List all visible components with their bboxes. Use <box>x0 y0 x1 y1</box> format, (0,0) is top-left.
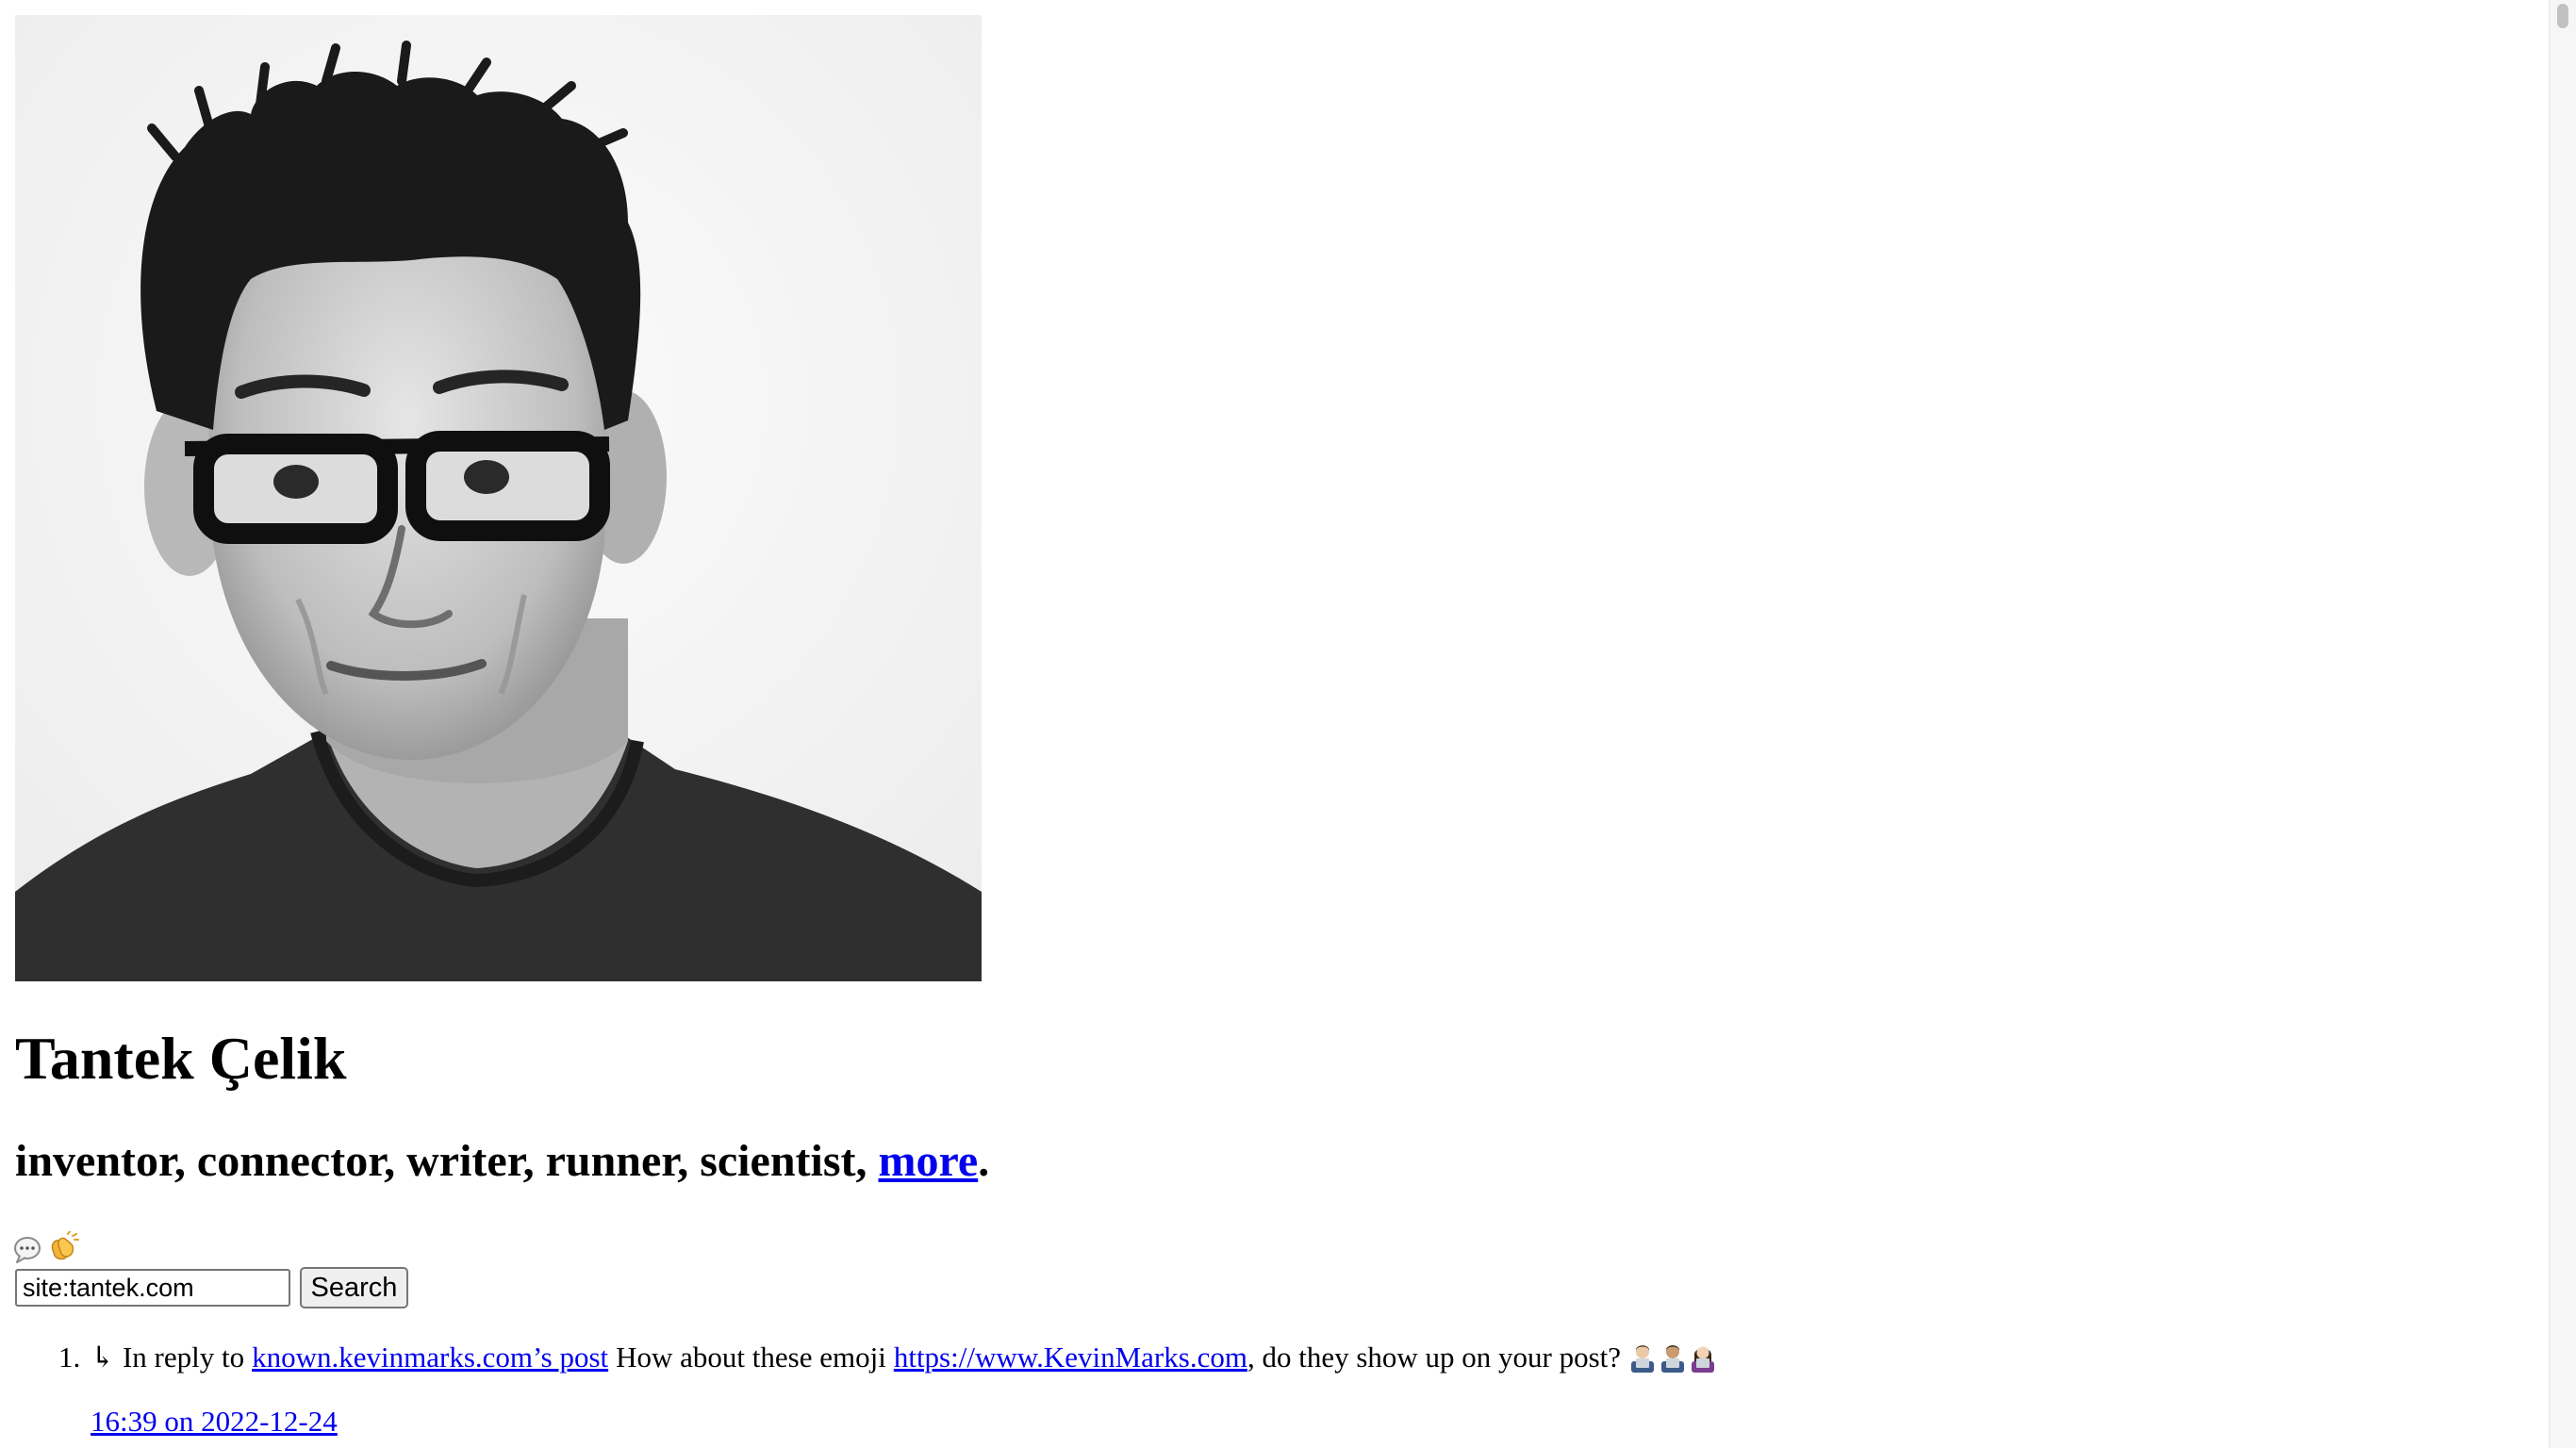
tagline-text: inventor, connector, writer, runner, sci… <box>15 1136 879 1186</box>
more-link[interactable]: more <box>879 1136 979 1186</box>
tagline-period: . <box>978 1136 990 1186</box>
vertical-scrollbar[interactable] <box>2549 0 2576 1448</box>
emoji-group <box>1628 1342 1717 1374</box>
page-title: Tantek Çelik <box>15 1025 347 1092</box>
kevinmarks-link[interactable]: https://www.KevinMarks.com <box>894 1339 1247 1376</box>
clapping-hands-icon[interactable] <box>47 1229 79 1263</box>
post-text: How about these emoji <box>616 1341 886 1374</box>
tagline: inventor, connector, writer, runner, sci… <box>15 1134 989 1189</box>
profile-photo <box>15 15 982 981</box>
post-timestamp-link[interactable]: 16:39 on 2022-12-24 <box>91 1405 338 1439</box>
reply-arrow-icon: ↳ <box>91 1341 115 1374</box>
speech-bubble-icon[interactable] <box>13 1229 41 1263</box>
reply-prefix: In reply to <box>122 1341 245 1374</box>
page: Tantek Çelik inventor, connector, writer… <box>0 0 2546 1448</box>
man-technologist-icon <box>1661 1345 1685 1374</box>
action-icons <box>13 1229 79 1263</box>
woman-technologist-icon <box>1692 1346 1715 1374</box>
post-number: 1. <box>58 1341 81 1374</box>
post-text-end: , do they show up on your post? <box>1247 1341 1622 1374</box>
scrollbar-thumb[interactable] <box>2557 4 2568 28</box>
reply-context-link[interactable]: known.kevinmarks.com’s post <box>252 1339 608 1376</box>
search-input[interactable] <box>15 1269 290 1307</box>
post-content: ↳ In reply to known.kevinmarks.com’s pos… <box>91 1339 1725 1376</box>
man-technologist-icon <box>1631 1345 1655 1374</box>
search-button[interactable]: Search <box>300 1267 408 1308</box>
